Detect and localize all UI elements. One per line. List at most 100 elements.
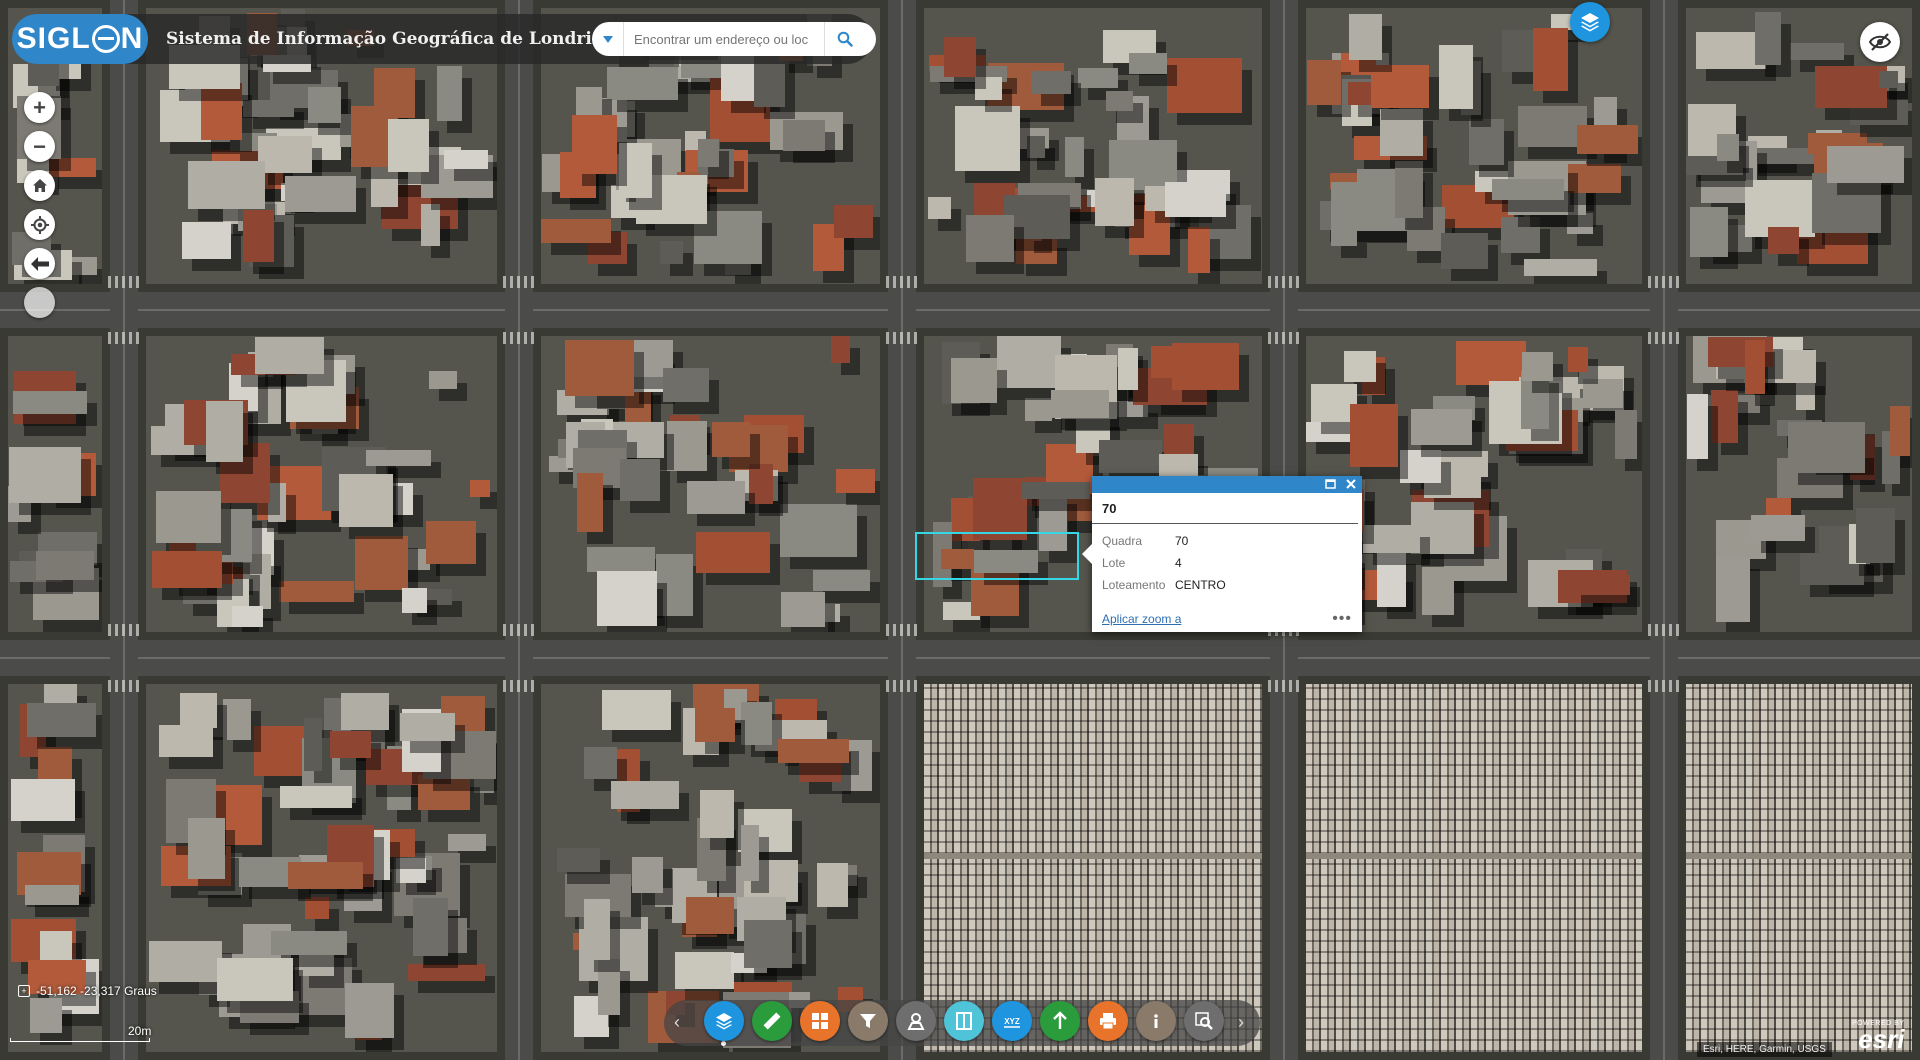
- popup-title: 70: [1092, 493, 1358, 524]
- street: [1650, 0, 1678, 1060]
- previous-extent-button[interactable]: [24, 248, 55, 279]
- measure-tool[interactable]: [752, 1001, 792, 1041]
- print-icon: [1100, 1013, 1116, 1030]
- layers-tool[interactable]: [704, 1001, 744, 1041]
- coordinates-tool[interactable]: XYZ: [992, 1001, 1032, 1041]
- active-indicator: [721, 1041, 726, 1046]
- table-row: Quadra 70: [1102, 530, 1226, 552]
- crosswalk: [1648, 276, 1680, 288]
- search-button[interactable]: [824, 22, 864, 56]
- query-tool[interactable]: [1184, 1001, 1224, 1041]
- crosswalk: [886, 332, 918, 344]
- toolbar-prev-button[interactable]: ‹: [674, 1012, 680, 1033]
- logo-text: SIGL: [16, 22, 91, 55]
- crosswalk: [886, 680, 918, 692]
- maximize-icon[interactable]: [1325, 478, 1336, 491]
- street: [110, 0, 138, 1060]
- select-tool[interactable]: [896, 1001, 936, 1041]
- city-block: [541, 336, 880, 632]
- city-block: [146, 684, 497, 1052]
- crosswalk: [1268, 276, 1300, 288]
- city-block: [1686, 684, 1912, 1052]
- crosswalk: [503, 276, 535, 288]
- street: [0, 292, 1920, 328]
- ruler-icon: [763, 1012, 781, 1030]
- close-icon[interactable]: [1346, 478, 1356, 491]
- chevron-down-icon: [602, 35, 613, 43]
- zoom-out-button[interactable]: −: [24, 131, 55, 162]
- locate-button[interactable]: [24, 209, 55, 240]
- svg-text:XYZ: XYZ: [1004, 1017, 1020, 1026]
- layers-icon: [1581, 13, 1599, 32]
- table-row: Lote 4: [1102, 552, 1226, 574]
- street: [505, 0, 533, 1060]
- city-block: [146, 336, 497, 632]
- street: [0, 640, 1920, 676]
- field-value: 4: [1175, 556, 1182, 570]
- eye-off-icon: [1869, 33, 1891, 51]
- attribution: Esri, HERE, Garmin, USGS: [1697, 1042, 1832, 1057]
- zoom-in-button[interactable]: +: [24, 92, 55, 123]
- crosswalk: [1648, 680, 1680, 692]
- bottom-toolbar: ‹ › XYZ: [664, 1000, 1260, 1046]
- layers-panel-button[interactable]: [1570, 2, 1610, 42]
- crosswalk: [108, 624, 140, 636]
- locate-icon: [30, 215, 49, 234]
- coordinate-display[interactable]: + -51,162 -23,317 Graus: [18, 984, 157, 998]
- field-key: Loteamento: [1102, 578, 1166, 592]
- crosswalk: [1268, 332, 1300, 344]
- selected-parcel-highlight: [915, 532, 1079, 580]
- select-icon: [907, 1013, 925, 1030]
- swipe-tool[interactable]: [944, 1001, 984, 1041]
- xyz-icon: XYZ: [1004, 1017, 1020, 1028]
- scale-label: 20m: [128, 1024, 152, 1038]
- grid-icon: [812, 1013, 828, 1029]
- crosswalk: [1268, 680, 1300, 692]
- more-actions-button[interactable]: •••: [1332, 611, 1352, 627]
- filter-icon: [860, 1014, 876, 1028]
- print-tool[interactable]: [1088, 1001, 1128, 1041]
- layers-icon: [716, 1013, 732, 1030]
- crosswalk: [886, 276, 918, 288]
- city-block: [1306, 8, 1642, 284]
- filter-tool[interactable]: [848, 1001, 888, 1041]
- siglon-logo[interactable]: SIGL N: [12, 14, 148, 64]
- basemap-tool[interactable]: [800, 1001, 840, 1041]
- city-block: [541, 684, 880, 1052]
- popup-pointer: [1082, 544, 1092, 564]
- feature-popup: 70 Quadra 70 Lote 4 Loteamento CENTRO Aplic…: [1082, 476, 1362, 632]
- home-button[interactable]: [24, 170, 55, 201]
- about-tool[interactable]: [1136, 1001, 1176, 1041]
- search-icon: [837, 31, 853, 47]
- arrow-right-icon: [30, 295, 49, 310]
- crosswalk: [1648, 332, 1680, 344]
- arrow-left-icon: [30, 256, 49, 271]
- field-key: Lote: [1102, 556, 1126, 570]
- crosswalk: [108, 276, 140, 288]
- coordinate-text: -51,162 -23,317 Graus: [36, 984, 157, 998]
- next-extent-button[interactable]: [24, 287, 55, 318]
- share-tool[interactable]: [1040, 1001, 1080, 1041]
- esri-logo[interactable]: POWERED BY esri: [1852, 1020, 1905, 1054]
- search-input[interactable]: [624, 31, 824, 47]
- app-header: SIGL N Sistema de Informação Geográfica d…: [12, 14, 876, 64]
- table-row: Loteamento CENTRO: [1102, 574, 1226, 596]
- toggle-ui-button[interactable]: [1860, 22, 1900, 62]
- city-block: [1686, 336, 1912, 632]
- zoom-to-link[interactable]: Aplicar zoom a: [1102, 612, 1181, 626]
- field-value: 70: [1175, 534, 1189, 548]
- scale-line: [10, 1038, 150, 1042]
- info-icon: [1154, 1014, 1158, 1028]
- esri-brand: esri: [1858, 1024, 1905, 1054]
- map-view[interactable]: [0, 0, 1920, 1060]
- toolbar-next-button[interactable]: ›: [1238, 1012, 1244, 1033]
- globe-icon: [91, 25, 120, 53]
- crosswalk: [108, 680, 140, 692]
- home-icon: [32, 179, 47, 192]
- popup-attributes: Quadra 70 Lote 4 Loteamento CENTRO: [1102, 530, 1226, 596]
- plus-icon: +: [33, 94, 46, 120]
- crosswalk: [108, 332, 140, 344]
- crosswalk: [503, 624, 535, 636]
- minus-icon: −: [33, 133, 46, 159]
- search-source-dropdown[interactable]: [592, 22, 624, 56]
